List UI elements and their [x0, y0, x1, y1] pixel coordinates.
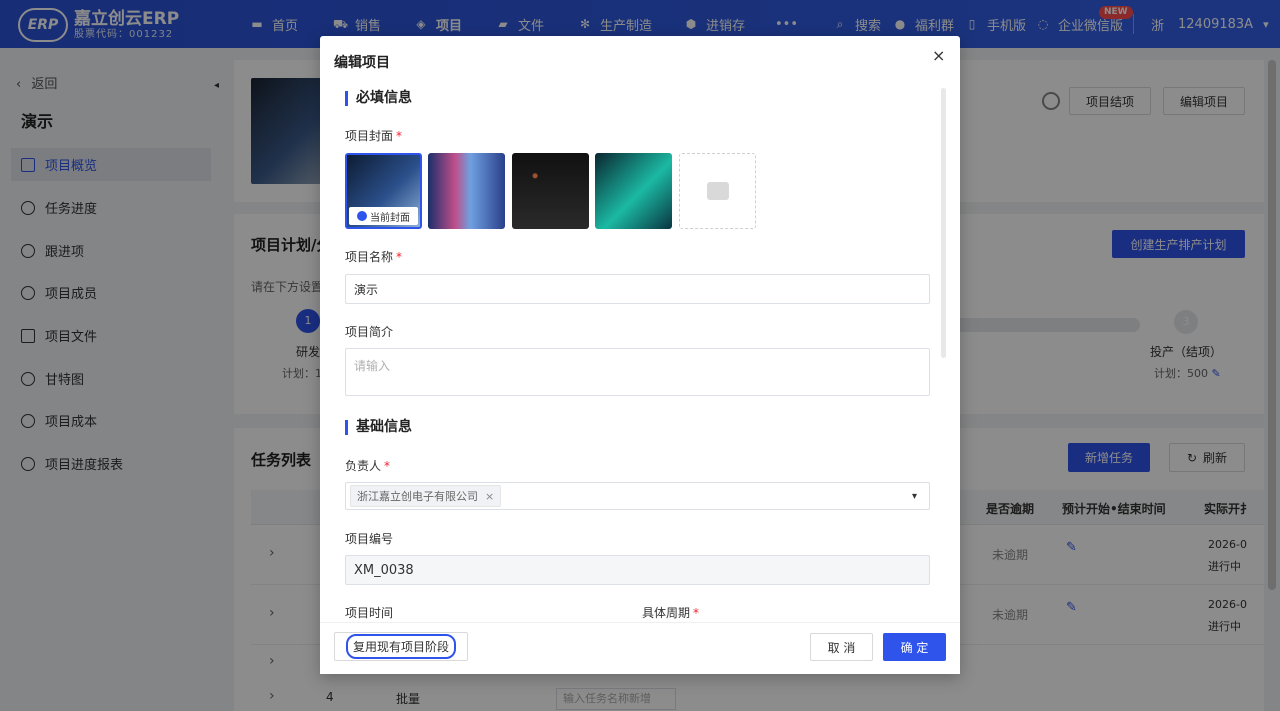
project-name-input[interactable]: 演示 [345, 274, 930, 304]
cover-option-2[interactable] [428, 153, 505, 229]
owner-label: 负责人 * [345, 459, 391, 473]
reuse-stages-button[interactable]: 复用现有项目阶段 [334, 632, 468, 661]
cover-option-1-selected[interactable]: 当前封面 [345, 153, 422, 229]
close-icon[interactable]: × [932, 46, 945, 65]
image-add-icon [706, 182, 729, 200]
chevron-down-icon: ▾ [911, 490, 917, 502]
cover-option-3[interactable] [512, 153, 589, 229]
current-cover-badge: 当前封面 [349, 207, 418, 225]
section-basic-title: 基础信息 [345, 420, 412, 435]
confirm-button[interactable]: 确 定 [883, 633, 946, 661]
cover-option-4[interactable] [595, 153, 672, 229]
name-label: 项目名称 * [345, 250, 403, 264]
project-code-input: XM_0038 [345, 555, 930, 585]
cancel-button[interactable]: 取 消 [810, 633, 873, 661]
upload-cover-button[interactable] [679, 153, 756, 229]
dialog-scrollbar[interactable] [941, 88, 946, 358]
dialog-title: 编辑项目 [334, 55, 390, 71]
edit-project-dialog: 编辑项目 × 必填信息 项目封面 * 当前封面 项目名称 * 演示 项目简介 请输入… [320, 36, 960, 674]
period-label: 具体周期 * [642, 606, 700, 620]
code-label: 项目编号 [345, 532, 394, 546]
owner-tag: 浙江嘉立创电子有限公司 × [350, 485, 502, 507]
desc-label: 项目简介 [345, 325, 394, 339]
check-circle-icon [357, 211, 367, 221]
project-desc-textarea[interactable]: 请输入 [345, 348, 930, 396]
section-required-title: 必填信息 [345, 91, 412, 106]
time-label: 项目时间 [345, 606, 394, 620]
owner-select[interactable]: 浙江嘉立创电子有限公司 × ▾ [345, 482, 930, 510]
tag-close-icon[interactable]: × [485, 490, 494, 503]
cover-label: 项目封面 * [345, 129, 403, 143]
